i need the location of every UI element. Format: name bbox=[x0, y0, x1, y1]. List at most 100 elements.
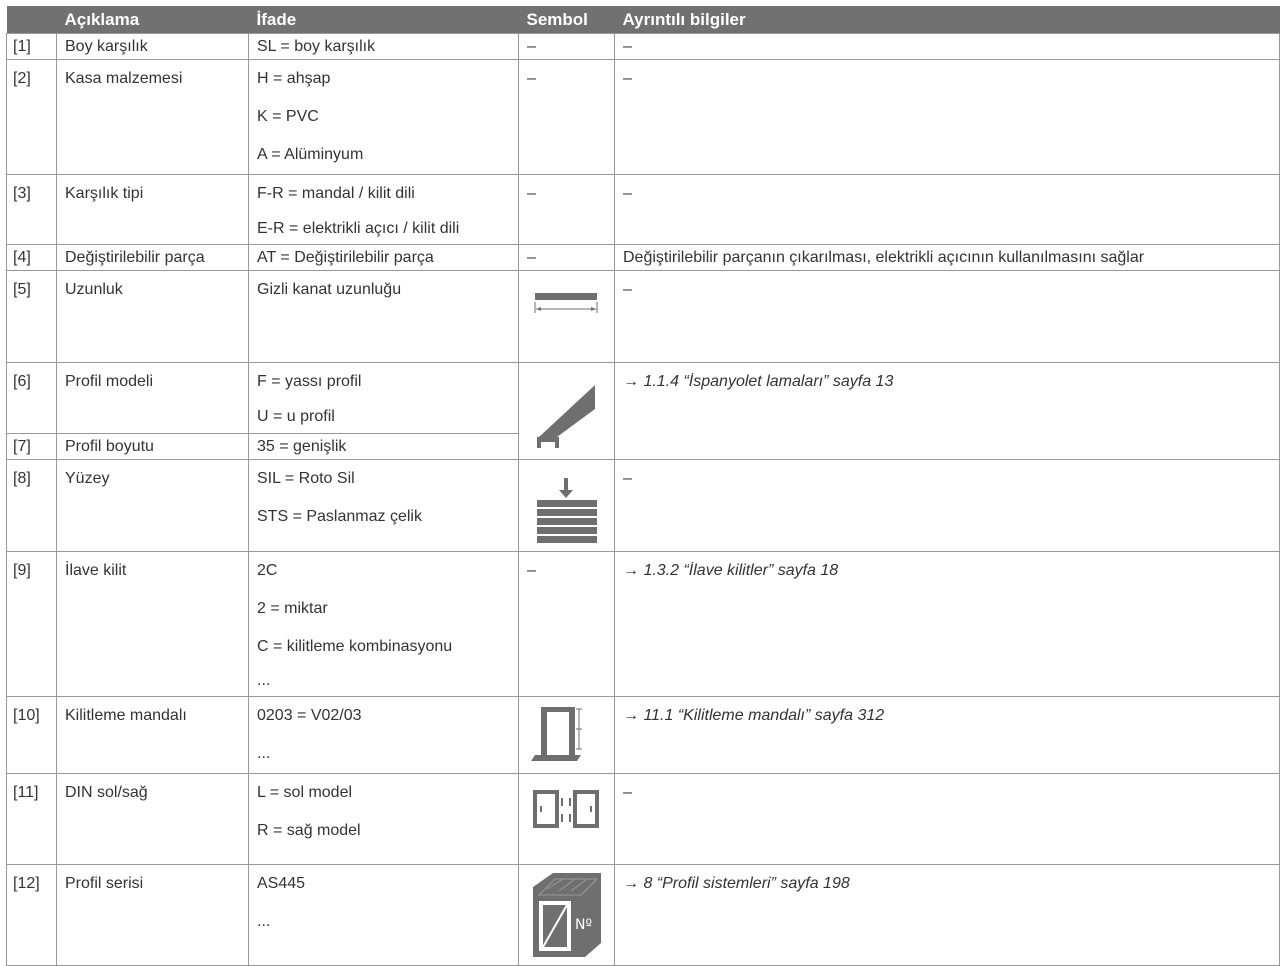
row-description: Boy karşılık bbox=[56, 33, 249, 60]
row-info: – bbox=[614, 33, 1280, 60]
surface-symbol-icon bbox=[537, 478, 597, 543]
table-row: [3] Karşılık tipi F-R = mandal / kilit d… bbox=[6, 174, 1280, 245]
header-ayrintili: Ayrıntılı bilgiler bbox=[614, 6, 1280, 34]
expression-line: AT = Değiştirilebilir parça bbox=[257, 249, 434, 266]
expression-line: F = yassı profil bbox=[257, 373, 362, 390]
row-number: [4] bbox=[6, 244, 57, 271]
expression-line: AS445 bbox=[257, 875, 306, 892]
expression-line: E-R = elektrikli açıcı / kilit dili bbox=[257, 220, 460, 237]
row-info-link[interactable]: → 1.3.2 “İlave kilitler” sayfa 18 bbox=[614, 551, 1280, 697]
expression-line: U = u profil bbox=[257, 408, 335, 425]
expression-line: K = PVC bbox=[257, 108, 319, 125]
row-info-link[interactable]: → 1.1.4 “İspanyolet lamaları” sayfa 13 bbox=[614, 362, 1280, 460]
row-info: – bbox=[614, 174, 1280, 245]
row-description: Profil boyutu bbox=[56, 432, 249, 461]
row-symbol: – bbox=[518, 551, 615, 697]
row-symbol: – bbox=[518, 33, 615, 60]
expression-line: H = ahşap bbox=[257, 70, 331, 87]
header-sembol: Sembol bbox=[518, 6, 615, 34]
row-symbol bbox=[518, 270, 615, 363]
row-symbol: – bbox=[518, 244, 615, 271]
row-expression: H = ahşap K = PVC A = Alüminyum bbox=[248, 59, 519, 175]
expression-line: 2 = miktar bbox=[257, 600, 328, 617]
row-info: Değiştirilebilir parçanın çıkarılması, e… bbox=[614, 244, 1280, 271]
expression-line: Gizli kanat uzunluğu bbox=[257, 281, 402, 298]
row-symbol bbox=[518, 696, 615, 774]
table-row: [2] Kasa malzemesi H = ahşap K = PVC A =… bbox=[6, 59, 1280, 175]
row-description: DIN sol/sağ bbox=[56, 773, 249, 865]
row-info: – bbox=[614, 59, 1280, 175]
spec-table: Açıklama İfade Sembol Ayrıntılı bilgiler… bbox=[6, 6, 1280, 966]
row-expression: SL = boy karşılık bbox=[248, 33, 519, 60]
expression-line: 0203 = V02/03 bbox=[257, 707, 362, 724]
row-number: [3] bbox=[6, 174, 57, 245]
expression-line: F-R = mandal / kilit dili bbox=[257, 185, 415, 202]
expression-line: R = sağ model bbox=[257, 822, 361, 839]
row-expression: Gizli kanat uzunluğu bbox=[248, 270, 519, 363]
table-row: [1] Boy karşılık SL = boy karşılık – – bbox=[6, 33, 1280, 60]
header-ifade: İfade bbox=[248, 6, 519, 34]
expression-line: SIL = Roto Sil bbox=[257, 470, 355, 487]
expression-line: 35 = genişlik bbox=[257, 437, 347, 455]
table-row: [9] İlave kilit 2C 2 = miktar C = kilitl… bbox=[6, 551, 1280, 697]
row-number: [2] bbox=[6, 59, 57, 175]
row-symbol bbox=[518, 773, 615, 865]
table-row: [5] Uzunluk Gizli kanat uzunluğu – bbox=[6, 270, 1280, 363]
row-expression: 2C 2 = miktar C = kilitleme kombinasyonu… bbox=[248, 551, 519, 697]
row-expression: 35 = genişlik bbox=[248, 432, 519, 461]
row-description: Kilitleme mandalı bbox=[56, 696, 249, 774]
expression-line: ... bbox=[257, 672, 271, 689]
row-description: Yüzey bbox=[56, 459, 249, 552]
expression-line: ... bbox=[257, 745, 271, 762]
row-info: – bbox=[614, 773, 1280, 865]
row-number: [5] bbox=[6, 270, 57, 363]
row-expression: 0203 = V02/03 ... bbox=[248, 696, 519, 774]
row-number: [12] bbox=[6, 864, 57, 966]
row-number: [1] bbox=[6, 33, 57, 60]
expression-line: STS = Paslanmaz çelik bbox=[257, 508, 422, 525]
row-number: [11] bbox=[6, 773, 57, 865]
table-row: [6] Profil modeli F = yassı profil U = u… bbox=[6, 362, 1280, 460]
locking-latch-symbol-icon bbox=[531, 707, 582, 761]
table-row: [8] Yüzey SIL = Roto Sil STS = Paslanmaz… bbox=[6, 459, 1280, 552]
row-description: İlave kilit bbox=[56, 551, 249, 697]
svg-text:Nº: Nº bbox=[575, 917, 592, 933]
row-expression: AT = Değiştirilebilir parça bbox=[248, 244, 519, 271]
row-info-link[interactable]: → 8 “Profil sistemleri” sayfa 198 bbox=[614, 864, 1280, 966]
row-number: [10] bbox=[6, 696, 57, 774]
row-expression: SIL = Roto Sil STS = Paslanmaz çelik bbox=[248, 459, 519, 552]
header-row: Açıklama İfade Sembol Ayrıntılı bilgiler bbox=[6, 6, 1280, 34]
row-expression: AS445 ... bbox=[248, 864, 519, 966]
row-description: Karşılık tipi bbox=[56, 174, 249, 245]
row-symbol: – bbox=[518, 59, 615, 175]
row-description: Uzunluk bbox=[56, 270, 249, 363]
expression-line: L = sol model bbox=[257, 784, 353, 801]
row-number: [8] bbox=[6, 459, 57, 552]
row-expression: L = sol model R = sağ model bbox=[248, 773, 519, 865]
row-description: Profil modeli bbox=[56, 362, 249, 434]
expression-line: A = Alüminyum bbox=[257, 146, 364, 163]
header-aciklama: Açıklama bbox=[56, 6, 249, 34]
table-row: [10] Kilitleme mandalı 0203 = V02/03 ...… bbox=[6, 696, 1280, 774]
row-info: – bbox=[614, 459, 1280, 552]
row-symbol: Nº bbox=[518, 864, 615, 966]
expression-line: C = kilitleme kombinasyonu bbox=[257, 638, 453, 655]
row-number: [6] bbox=[6, 362, 57, 434]
expression-line: SL = boy karşılık bbox=[257, 38, 376, 55]
profile-symbol-icon bbox=[537, 385, 595, 448]
table-row: [4] Değiştirilebilir parça AT = Değiştir… bbox=[6, 244, 1280, 271]
expression-line: 2C bbox=[257, 562, 278, 579]
row-number: [7] bbox=[6, 432, 57, 461]
row-description: Değiştirilebilir parça bbox=[56, 244, 249, 271]
row-symbol: – bbox=[518, 174, 615, 245]
row-description: Profil serisi bbox=[56, 864, 249, 966]
row-symbol bbox=[518, 459, 615, 552]
din-left-right-symbol-icon bbox=[533, 790, 599, 828]
row-info: – bbox=[614, 270, 1280, 363]
row-description: Kasa malzemesi bbox=[56, 59, 249, 175]
row-info-link[interactable]: → 11.1 “Kilitleme mandalı” sayfa 312 bbox=[614, 696, 1280, 774]
table-row: [12] Profil serisi AS445 ... Nº → 8 “Pro… bbox=[6, 864, 1280, 966]
row-number: [9] bbox=[6, 551, 57, 697]
length-symbol-icon bbox=[534, 293, 598, 313]
profile-series-symbol-icon: Nº bbox=[533, 873, 601, 957]
